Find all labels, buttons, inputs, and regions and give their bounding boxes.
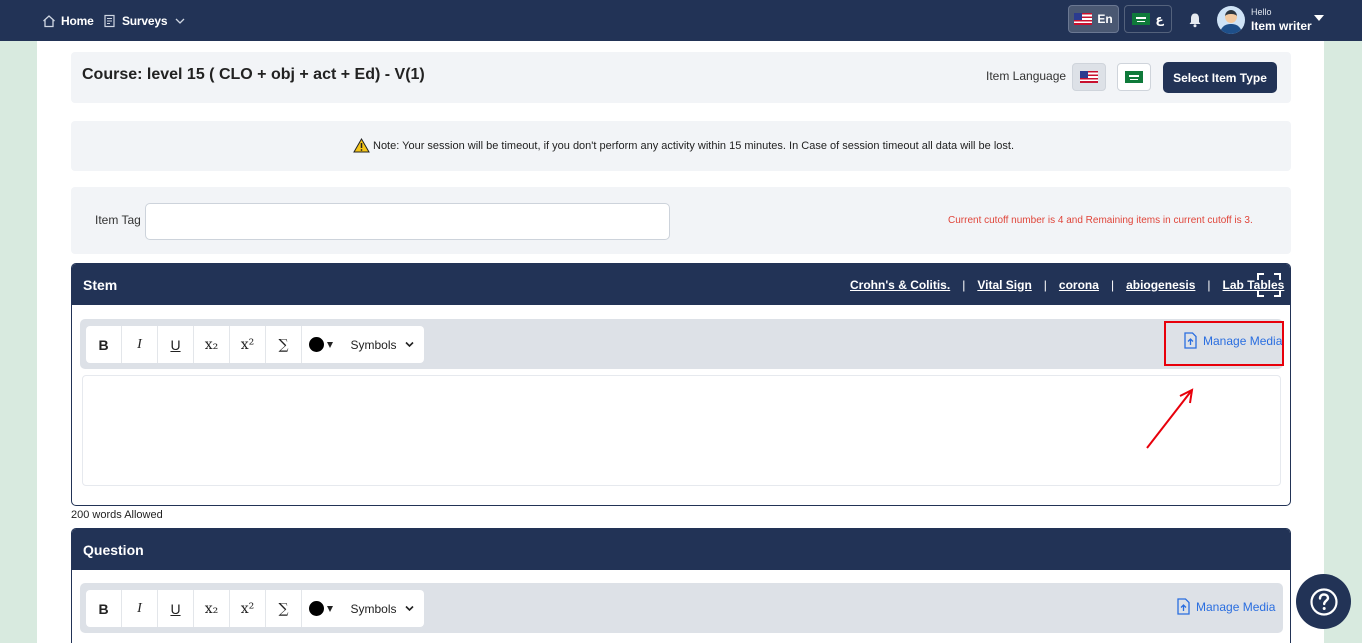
sum-button[interactable]: ∑ — [266, 590, 302, 627]
question-manage-media-label: Manage Media — [1196, 599, 1276, 614]
superscript-button[interactable]: x² — [230, 590, 266, 627]
stem-reference-links: Crohn's & Colitis. | Vital Sign | corona… — [850, 277, 1285, 292]
fullscreen-icon[interactable] — [1257, 273, 1281, 297]
language-ar-label: ع — [1155, 12, 1164, 26]
color-swatch — [309, 337, 324, 352]
language-en-button[interactable]: En — [1068, 5, 1119, 33]
question-title: Question — [83, 541, 144, 558]
text-color-picker[interactable] — [302, 326, 340, 363]
chevron-down-icon — [404, 341, 414, 348]
saudi-flag-icon — [1132, 13, 1151, 25]
item-tag-label: Item Tag — [95, 213, 141, 227]
item-language-ar-button[interactable] — [1117, 63, 1151, 91]
home-icon — [43, 14, 55, 27]
bell-icon[interactable] — [1187, 12, 1203, 28]
link-vital-sign[interactable]: Vital Sign — [977, 278, 1031, 292]
help-question-icon — [1309, 587, 1338, 616]
sum-button[interactable]: ∑ — [266, 326, 302, 363]
symbols-select[interactable]: Symbols — [340, 590, 424, 627]
stem-title: Stem — [83, 276, 118, 293]
chevron-down-icon — [175, 18, 185, 24]
course-title: Course: level 15 ( CLO + obj + act + Ed)… — [82, 66, 425, 83]
subscript-button[interactable]: x₂ — [194, 326, 230, 363]
underline-button[interactable]: U — [158, 326, 194, 363]
nav-surveys[interactable]: Surveys — [103, 0, 190, 41]
select-item-type-button[interactable]: Select Item Type — [1163, 62, 1277, 93]
caret-down-icon — [327, 605, 333, 612]
italic-button[interactable]: I — [122, 590, 158, 627]
color-swatch — [309, 601, 324, 616]
question-editor-card: Question B I U x₂ x² ∑ Symbols — [71, 528, 1291, 643]
text-color-picker[interactable] — [302, 590, 340, 627]
question-toolbar-row: B I U x₂ x² ∑ Symbols — [80, 583, 1283, 633]
item-language-en-button[interactable] — [1072, 63, 1106, 91]
nav-home-label: Home — [61, 13, 94, 28]
symbols-label: Symbols — [350, 601, 397, 616]
symbols-label: Symbols — [350, 337, 397, 352]
session-timeout-note: Note: Your session will be timeout, if y… — [353, 138, 1014, 153]
session-timeout-text: Note: Your session will be timeout, if y… — [373, 139, 1015, 152]
cutoff-status-text: Current cutoff number is 4 and Remaining… — [948, 215, 1253, 226]
language-ar-button[interactable]: ع — [1124, 5, 1172, 33]
caret-down-icon — [327, 341, 333, 348]
language-en-label: En — [1097, 12, 1113, 26]
nav-home[interactable]: Home — [42, 0, 94, 41]
item-language-label: Item Language — [986, 69, 1067, 83]
stem-format-toolbar: B I U x₂ x² ∑ Symbols — [86, 326, 424, 363]
symbols-select[interactable]: Symbols — [340, 326, 424, 363]
top-navbar: Home Surveys En ع Hello Item writer — [0, 0, 1362, 41]
bold-button[interactable]: B — [86, 590, 122, 627]
help-button[interactable] — [1296, 574, 1351, 629]
stem-editor-card: Stem Crohn's & Colitis. | Vital Sign | c… — [71, 263, 1291, 506]
stem-header: Stem Crohn's & Colitis. | Vital Sign | c… — [72, 264, 1290, 305]
user-name[interactable]: Item writer — [1251, 19, 1312, 33]
annotation-arrow-icon — [1146, 388, 1194, 449]
question-header: Question — [72, 529, 1290, 570]
greeting-text: Hello — [1251, 7, 1272, 17]
surveys-icon — [104, 14, 115, 27]
italic-button[interactable]: I — [122, 326, 158, 363]
us-flag-icon — [1074, 13, 1093, 25]
bold-button[interactable]: B — [86, 326, 122, 363]
nav-surveys-label: Surveys — [122, 13, 168, 28]
subscript-button[interactable]: x₂ — [194, 590, 230, 627]
question-manage-media-button[interactable]: Manage Media — [1176, 598, 1275, 615]
superscript-button[interactable]: x² — [230, 326, 266, 363]
stem-toolbar-row: B I U x₂ x² ∑ Symbols — [80, 319, 1283, 369]
saudi-flag-icon — [1125, 71, 1143, 83]
warning-icon — [353, 138, 370, 153]
words-allowed-text: 200 words Allowed — [71, 509, 163, 521]
link-abiogenesis[interactable]: abiogenesis — [1126, 278, 1195, 292]
link-corona[interactable]: corona — [1059, 278, 1099, 292]
stem-text-editor[interactable] — [82, 375, 1281, 486]
underline-button[interactable]: U — [158, 590, 194, 627]
item-tag-input[interactable] — [145, 203, 670, 240]
user-menu-caret-icon[interactable] — [1314, 15, 1324, 21]
us-flag-icon — [1080, 71, 1098, 83]
media-file-icon — [1177, 598, 1190, 615]
highlight-box — [1164, 321, 1284, 366]
question-format-toolbar: B I U x₂ x² ∑ Symbols — [86, 590, 424, 627]
chevron-down-icon — [404, 605, 414, 612]
avatar[interactable] — [1217, 6, 1245, 34]
link-crohns-colitis[interactable]: Crohn's & Colitis. — [850, 278, 950, 292]
